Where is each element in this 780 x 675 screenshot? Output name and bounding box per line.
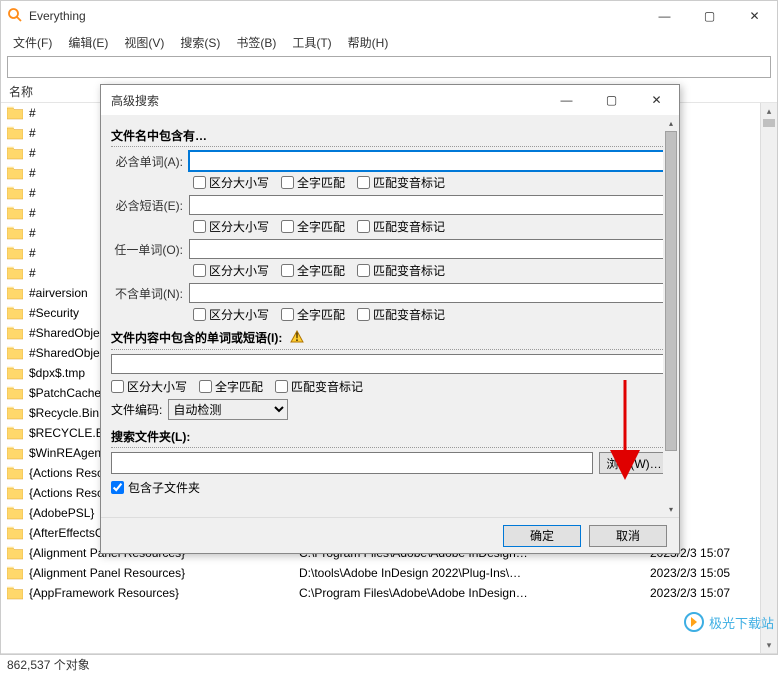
- search-row: [1, 53, 777, 81]
- watermark: 极光下载站: [683, 611, 774, 633]
- input-content[interactable]: [111, 354, 669, 374]
- row-any-options: 区分大小写 全字匹配 匹配变音标记: [193, 262, 669, 279]
- menu-tools[interactable]: 工具(T): [284, 32, 339, 53]
- minimize-button[interactable]: —: [642, 1, 687, 31]
- scroll-up-arrow[interactable]: ▴: [761, 103, 777, 119]
- menu-file[interactable]: 文件(F): [5, 32, 60, 53]
- menu-view[interactable]: 视图(V): [116, 32, 172, 53]
- ok-button[interactable]: 确定: [503, 525, 581, 547]
- chk-subfolders[interactable]: [111, 481, 124, 494]
- chk-diac-content[interactable]: 匹配变音标记: [275, 378, 363, 395]
- chk-diac-1[interactable]: 匹配变音标记: [357, 174, 445, 191]
- dialog-close-button[interactable]: ✕: [634, 85, 679, 115]
- chk-diac-4[interactable]: 匹配变音标记: [357, 306, 445, 323]
- label-subfolders: 包含子文件夹: [128, 479, 200, 496]
- label-all-words: 必含单词(A):: [111, 153, 189, 170]
- maximize-button[interactable]: ▢: [687, 1, 732, 31]
- menu-search[interactable]: 搜索(S): [172, 32, 228, 53]
- menu-help[interactable]: 帮助(H): [340, 32, 397, 53]
- menu-edit[interactable]: 编辑(E): [60, 32, 116, 53]
- row-none: 不含单词(N):: [111, 283, 669, 303]
- chk-diac-3[interactable]: 匹配变音标记: [357, 262, 445, 279]
- row-phrase-options: 区分大小写 全字匹配 匹配变音标记: [193, 218, 669, 235]
- chk-case-content[interactable]: 区分大小写: [111, 378, 187, 395]
- watermark-text: 极光下载站: [709, 613, 774, 632]
- dialog-scrollbar[interactable]: ▴ ▾: [663, 115, 679, 517]
- dialog-minimize-button[interactable]: —: [544, 85, 589, 115]
- table-row[interactable]: {AppFramework Resources}C:\Program Files…: [1, 583, 760, 603]
- row-subfolders: 包含子文件夹: [111, 479, 669, 496]
- dialog-title: 高级搜索: [111, 92, 544, 109]
- chk-whole-content[interactable]: 全字匹配: [199, 378, 263, 395]
- chk-whole-4[interactable]: 全字匹配: [281, 306, 345, 323]
- advanced-search-dialog: 高级搜索 — ▢ ✕ 文件名中包含有… 必含单词(A): 区分大小写 全字匹配 …: [100, 84, 680, 554]
- row-encoding: 文件编码: 自动检测: [111, 399, 669, 420]
- row-none-options: 区分大小写 全字匹配 匹配变音标记: [193, 306, 669, 323]
- scroll-down-arrow[interactable]: ▾: [761, 637, 777, 653]
- dialog-body: 文件名中包含有… 必含单词(A): 区分大小写 全字匹配 匹配变音标记 必含短语…: [101, 115, 679, 517]
- chk-whole-1[interactable]: 全字匹配: [281, 174, 345, 191]
- row-all-words: 必含单词(A):: [111, 151, 669, 171]
- row-date: 2023/2/3 15:07: [650, 586, 760, 600]
- row-content: [111, 354, 669, 374]
- row-any: 任一单词(O):: [111, 239, 669, 259]
- status-text: 862,537 个对象: [7, 656, 90, 673]
- warning-icon: !: [290, 330, 304, 347]
- row-phrase: 必含短语(E):: [111, 195, 669, 215]
- row-all-options: 区分大小写 全字匹配 匹配变音标记: [193, 174, 669, 191]
- dialog-scroll-thumb[interactable]: [665, 131, 677, 451]
- chk-diac-2[interactable]: 匹配变音标记: [357, 218, 445, 235]
- table-row[interactable]: {Alignment Panel Resources}D:\tools\Adob…: [1, 563, 760, 583]
- row-path: D:\tools\Adobe InDesign 2022\Plug-Ins\…: [299, 566, 650, 580]
- status-bar: 862,537 个对象: [1, 653, 777, 675]
- row-folder: 浏览(W)…: [111, 452, 669, 474]
- row-date: 2023/2/3 15:05: [650, 566, 760, 580]
- input-none[interactable]: [189, 283, 669, 303]
- label-any: 任一单词(O):: [111, 241, 189, 258]
- watermark-icon: [683, 611, 705, 633]
- input-folder[interactable]: [111, 452, 593, 474]
- row-content-options: 区分大小写 全字匹配 匹配变音标记: [111, 378, 669, 395]
- menu-bookmark[interactable]: 书签(B): [228, 32, 284, 53]
- section-filename: 文件名中包含有…: [111, 127, 669, 147]
- dialog-scroll-up[interactable]: ▴: [663, 115, 679, 131]
- row-name: {AppFramework Resources}: [29, 586, 299, 600]
- chk-whole-2[interactable]: 全字匹配: [281, 218, 345, 235]
- chk-case-1[interactable]: 区分大小写: [193, 174, 269, 191]
- section-content: 文件内容中包含的单词或短语(I): !: [111, 329, 669, 350]
- app-title: Everything: [29, 9, 642, 23]
- select-encoding[interactable]: 自动检测: [168, 399, 288, 420]
- label-phrase: 必含短语(E):: [111, 197, 189, 214]
- dialog-scroll-down[interactable]: ▾: [663, 501, 679, 517]
- chk-case-4[interactable]: 区分大小写: [193, 306, 269, 323]
- row-path: C:\Program Files\Adobe\Adobe InDesign…: [299, 586, 650, 600]
- chk-whole-3[interactable]: 全字匹配: [281, 262, 345, 279]
- app-icon: [7, 7, 23, 26]
- close-button[interactable]: ✕: [732, 1, 777, 31]
- section-folder: 搜索文件夹(L):: [111, 428, 669, 448]
- input-any[interactable]: [189, 239, 669, 259]
- row-name: {Alignment Panel Resources}: [29, 566, 299, 580]
- dialog-maximize-button[interactable]: ▢: [589, 85, 634, 115]
- cancel-button[interactable]: 取消: [589, 525, 667, 547]
- search-input[interactable]: [7, 56, 771, 78]
- titlebar: Everything — ▢ ✕: [1, 1, 777, 31]
- chk-case-2[interactable]: 区分大小写: [193, 218, 269, 235]
- scroll-thumb[interactable]: [763, 119, 775, 127]
- chk-case-3[interactable]: 区分大小写: [193, 262, 269, 279]
- svg-text:!: !: [295, 330, 299, 344]
- dialog-titlebar: 高级搜索 — ▢ ✕: [101, 85, 679, 115]
- label-encoding: 文件编码:: [111, 401, 162, 418]
- input-all-words[interactable]: [189, 151, 669, 171]
- label-none: 不含单词(N):: [111, 285, 189, 302]
- input-phrase[interactable]: [189, 195, 669, 215]
- browse-button[interactable]: 浏览(W)…: [599, 452, 669, 474]
- menubar: 文件(F) 编辑(E) 视图(V) 搜索(S) 书签(B) 工具(T) 帮助(H…: [1, 31, 777, 53]
- vertical-scrollbar[interactable]: ▴ ▾: [760, 103, 777, 653]
- dialog-buttons: 确定 取消: [101, 517, 679, 553]
